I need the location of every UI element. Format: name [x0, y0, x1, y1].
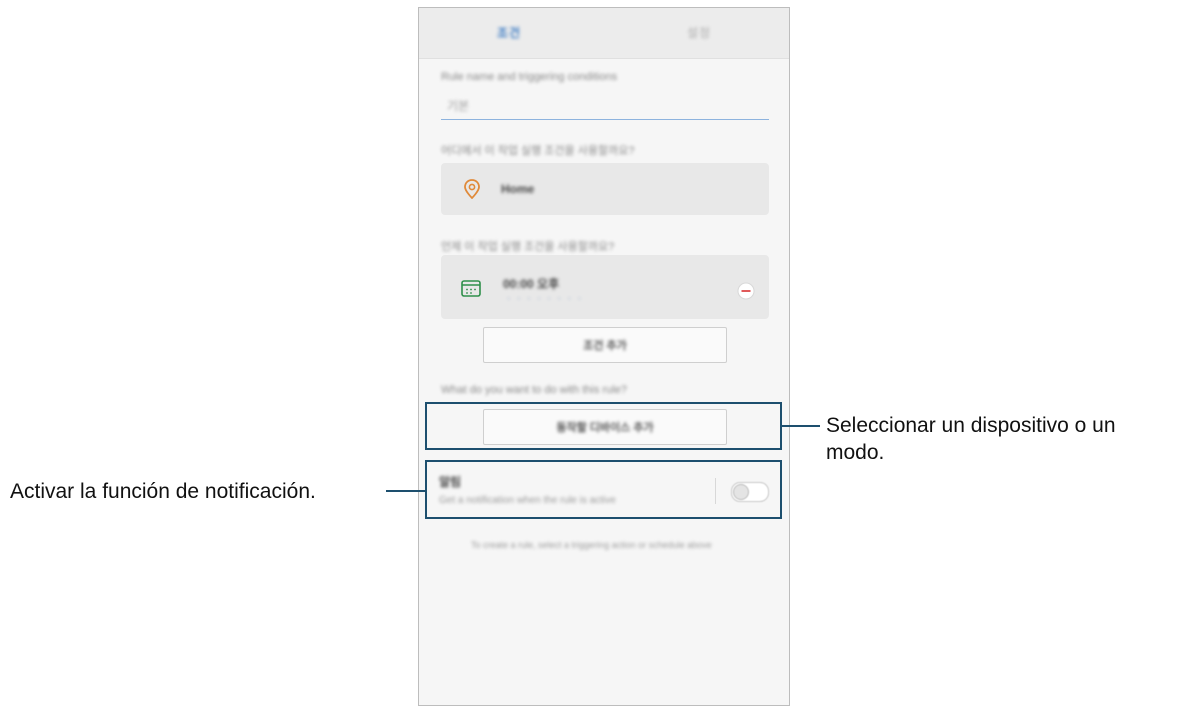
location-card[interactable]: Home [441, 163, 769, 215]
tab-settings[interactable]: 설정 [687, 24, 711, 41]
right-callout-text: Seleccionar un dispositivo o un modo. [826, 412, 1176, 466]
time-days: · · · · · · · · [507, 293, 584, 304]
calendar-icon [461, 280, 481, 297]
add-condition-label: 조건 추가 [583, 340, 627, 352]
rule-name-field[interactable]: 기본 [447, 97, 469, 114]
footer-note: To create a rule, select a triggering ac… [471, 540, 712, 550]
rule-name-question: Rule name and triggering conditions [441, 71, 618, 83]
left-callout-line [386, 490, 425, 492]
add-condition-button[interactable]: 조건 추가 [483, 327, 727, 363]
right-callout-line1: Seleccionar un dispositivo o un [826, 414, 1116, 437]
rule-name-underline [441, 119, 769, 120]
location-question: 어디에서 이 작업 실행 조건을 사용할까요? [441, 145, 635, 157]
time-title: 00:00 오후 [503, 277, 560, 291]
time-question: 언제 이 작업 실행 조건을 사용할까요? [441, 241, 615, 253]
phone-screen: 조건 설정 Rule name and triggering condition… [418, 7, 790, 706]
right-callout-line2: modo. [826, 441, 885, 464]
left-callout-text: Activar la función de notificación. [10, 480, 316, 503]
notification-highlight [425, 460, 782, 519]
device-mode-highlight [425, 402, 782, 450]
action-question: What do you want to do with this rule? [441, 384, 627, 396]
tab-conditions[interactable]: 조건 [497, 24, 521, 41]
time-card[interactable]: 00:00 오후 · · · · · · · · [441, 255, 769, 319]
minus-circle-icon[interactable] [737, 282, 755, 300]
location-pin-icon [464, 179, 480, 199]
tab-bar: 조건 설정 [419, 8, 789, 59]
location-value: Home [501, 182, 535, 196]
right-callout-line [782, 425, 820, 427]
